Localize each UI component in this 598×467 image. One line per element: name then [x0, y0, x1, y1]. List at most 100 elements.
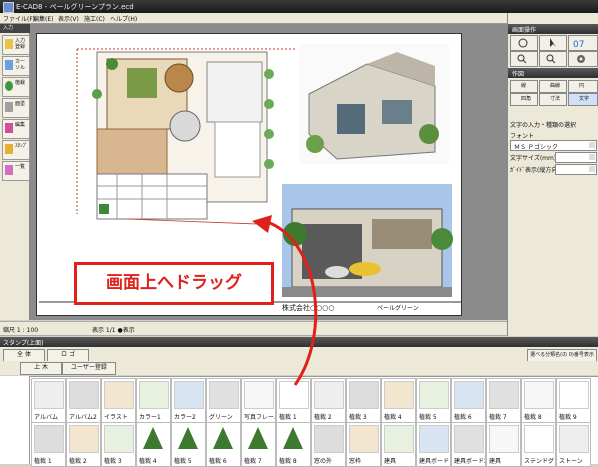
- menu-help[interactable]: ヘルプ(H): [110, 14, 137, 23]
- cursor-icon: [5, 60, 13, 70]
- select-tool-button[interactable]: [539, 35, 567, 51]
- stamp-cell[interactable]: ステンドグラス: [521, 422, 556, 467]
- tool-plant-button[interactable]: 植栽: [2, 77, 30, 97]
- stamp-thumbnail: [489, 425, 519, 453]
- hand-tool-button[interactable]: [510, 35, 538, 51]
- stamp-cell[interactable]: 植栽 6: [206, 422, 241, 467]
- stamp-cell[interactable]: アルバム2: [66, 378, 101, 423]
- stamp-cell[interactable]: 植栽 2: [66, 422, 101, 467]
- tool-input-button[interactable]: 入力 登録: [2, 35, 30, 55]
- stamp-cell[interactable]: 植栽 3: [101, 422, 136, 467]
- drawing-label: ペールグリーン: [377, 305, 419, 312]
- stamp-cell-label: 写真フレーム: [244, 414, 275, 421]
- tool-label: 入力 登録: [15, 38, 26, 50]
- stamp-cell[interactable]: 窓の外: [311, 422, 346, 467]
- stamp-cell-label: カラー1: [139, 414, 161, 421]
- rect-tool-button[interactable]: 四角: [510, 93, 538, 106]
- stamp-thumbnail: [174, 425, 202, 451]
- stamp-cell[interactable]: 植栽 9: [556, 378, 591, 423]
- stamp-thumbnail: [314, 425, 344, 453]
- stamp-cell[interactable]: 植栽 8: [276, 422, 311, 467]
- stamp-cell[interactable]: 植栽 5: [416, 378, 451, 423]
- zoom-in-icon: [517, 54, 527, 64]
- arrow-icon: [550, 38, 556, 47]
- guide-select[interactable]: [555, 164, 597, 175]
- menu-build[interactable]: 施工(C): [84, 14, 105, 23]
- zoom-out-button[interactable]: [539, 51, 567, 67]
- stamp-thumbnail: [174, 381, 204, 409]
- stamp-thumbnail: [384, 425, 414, 453]
- stamp-cell[interactable]: 植栽 3: [346, 378, 381, 423]
- stamp-cell[interactable]: 窓枠: [346, 422, 381, 467]
- edit-icon: [5, 123, 13, 133]
- stamp-thumbnail: [139, 381, 169, 409]
- tool-edit-button[interactable]: 編集: [2, 119, 30, 139]
- tool-list-button[interactable]: 一覧: [2, 161, 30, 181]
- text-tool-button[interactable]: 文字: [568, 93, 598, 106]
- stamp-cell[interactable]: アルバム: [31, 378, 66, 423]
- stamp-thumbnail: [559, 381, 589, 409]
- menu-file[interactable]: ファイル(F): [3, 14, 35, 23]
- rotate-icon: 07: [573, 40, 584, 48]
- menu-edit[interactable]: 編集(E): [33, 14, 53, 23]
- stamp-thumbnail: [279, 425, 307, 451]
- stamp-cell-label: 植栽 9: [559, 414, 577, 421]
- tree-icon: [5, 81, 13, 91]
- font-label: フォント: [510, 133, 535, 140]
- font-select[interactable]: ＭＳ Ｐゴシック: [510, 140, 597, 151]
- circle-tool-button[interactable]: 円: [568, 80, 598, 93]
- stamp-cell-label: カラー2: [174, 414, 196, 421]
- stamp-cell[interactable]: カラー2: [171, 378, 206, 423]
- stamp-cell[interactable]: 植栽 6: [451, 378, 486, 423]
- stamp-cell[interactable]: 建具: [486, 422, 521, 467]
- stamp-thumbnail: [69, 425, 99, 453]
- dimension-tool-button[interactable]: 寸法: [539, 93, 567, 106]
- app-icon: [3, 2, 14, 13]
- stamp-cell[interactable]: 植栽 4: [136, 422, 171, 467]
- chevron-down-icon: [589, 142, 595, 148]
- stamp-thumbnail: [209, 425, 237, 451]
- gear-icon: [577, 55, 585, 63]
- drawing-header: 作図: [508, 68, 598, 78]
- stamp-cell[interactable]: 植栽 7: [241, 422, 276, 467]
- stamp-category-list[interactable]: [0, 376, 30, 464]
- size-select[interactable]: [555, 152, 597, 163]
- text-prompt: 文字の入力・種類の選択: [510, 122, 577, 129]
- stamp-cell[interactable]: ストーン: [556, 422, 591, 467]
- settings-button[interactable]: [568, 51, 598, 67]
- stamp-thumbnail: [454, 425, 484, 453]
- stamp-cell[interactable]: 建具: [381, 422, 416, 467]
- stamp-cell[interactable]: グリーン: [206, 378, 241, 423]
- guide-label: ｶﾞｲﾄﾞ表示(縦方向): [510, 167, 560, 174]
- title-bar: E-CAD8 - ペールグリーンプラン.ecd: [0, 0, 598, 13]
- stamp-cell[interactable]: 建具ボード: [416, 422, 451, 467]
- stamp-thumbnail: [34, 425, 64, 453]
- menu-bar: ファイル(F) 編集(E) 表示(V) 施工(C) ヘルプ(H): [0, 13, 507, 24]
- curve-tool-button[interactable]: 曲線: [539, 80, 567, 93]
- tab-user-registered[interactable]: ユーザー登録: [62, 362, 116, 375]
- stamp-thumbnail: [349, 425, 379, 453]
- stamp-cell[interactable]: カラー1: [136, 378, 171, 423]
- tool-label: 面塗: [15, 101, 26, 107]
- stamp-cell[interactable]: 植栽 7: [486, 378, 521, 423]
- zoom-prev-button[interactable]: 07: [568, 35, 598, 51]
- stamp-cell[interactable]: イラスト: [101, 378, 136, 423]
- stamp-thumbnail: [244, 425, 272, 451]
- stamp-cell[interactable]: 植栽 5: [171, 422, 206, 467]
- tool-cursor-button[interactable]: カーソル: [2, 56, 30, 76]
- stamp-cell[interactable]: 植栽 1: [31, 422, 66, 467]
- zoom-in-button[interactable]: [510, 51, 538, 67]
- stamp-cell[interactable]: 建具ボード2: [451, 422, 486, 467]
- hand-icon: [518, 38, 528, 48]
- tool-stamp-button[interactable]: ｽﾀﾝﾌﾟ: [2, 140, 30, 160]
- tool-label: ｽﾀﾝﾌﾟ: [15, 143, 28, 149]
- line-tool-button[interactable]: 線: [510, 80, 538, 93]
- stamp-cell[interactable]: 植栽 4: [381, 378, 416, 423]
- tab-trees[interactable]: 上 木: [20, 362, 62, 375]
- tool-label: カーソル: [15, 59, 26, 71]
- stamp-cell[interactable]: 植栽 8: [521, 378, 556, 423]
- stamp-cell-label: 植栽 2: [314, 414, 332, 421]
- scale-readout: 縮尺 1 : 100: [3, 327, 39, 334]
- tool-fill-button[interactable]: 面塗: [2, 98, 30, 118]
- menu-view[interactable]: 表示(V): [58, 14, 79, 23]
